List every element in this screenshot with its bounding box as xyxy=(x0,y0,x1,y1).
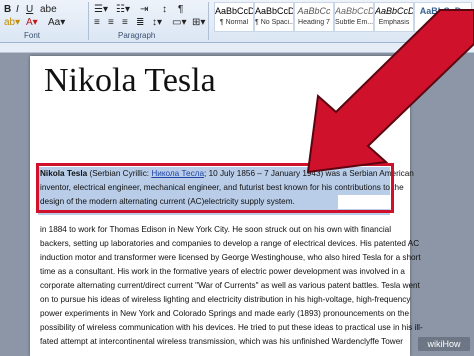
watermark: wikiHow xyxy=(418,337,470,351)
callout-arrow-icon xyxy=(306,9,474,174)
